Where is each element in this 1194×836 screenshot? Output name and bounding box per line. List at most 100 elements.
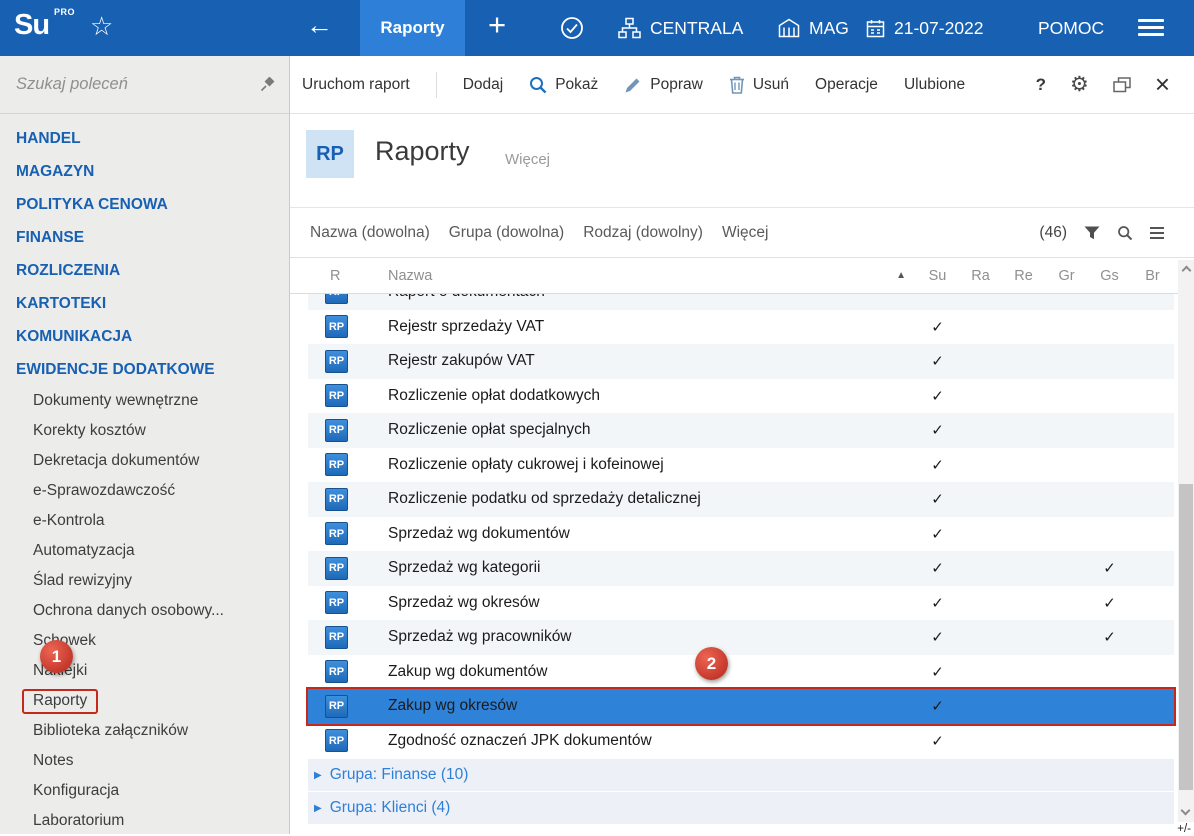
report-type-icon: RP [325, 315, 348, 338]
sidebar: HANDELMAGAZYNPOLITYKA CENOWAFINANSEROZLI… [0, 56, 290, 834]
scrollbar-thumb[interactable] [1179, 484, 1193, 790]
company-selector[interactable]: CENTRALA [618, 0, 743, 56]
scroll-up-icon[interactable] [1181, 266, 1191, 276]
sidebar-item-finanse[interactable]: FINANSE [0, 221, 289, 254]
warehouse-selector[interactable]: MAG [778, 0, 849, 56]
vertical-scrollbar[interactable] [1178, 260, 1194, 822]
flag-su: ✓ [916, 456, 959, 474]
report-name: Zakup wg dokumentów [388, 663, 916, 681]
sidebar-item-rozliczenia[interactable]: ROZLICZENIA [0, 254, 289, 287]
delete-button[interactable]: Usuń [729, 76, 789, 94]
help-menu[interactable]: POMOC [1038, 0, 1104, 56]
table-row-sprzedaz-wg-dokumentow[interactable]: RPSprzedaż wg dokumentów✓ [308, 517, 1174, 552]
column-header-ra[interactable]: Ra [959, 268, 1002, 284]
sidebar-subitem-slad-rewizyjny[interactable]: Ślad rewizyjny [0, 566, 289, 596]
help-button[interactable]: ? [1036, 75, 1046, 95]
group-row-grupa-klienci-4[interactable]: ▶Grupa: Klienci (4) [308, 792, 1174, 824]
column-header-re[interactable]: Re [1002, 268, 1045, 284]
flag-su: ✓ [916, 490, 959, 508]
report-name: Rozliczenie opłaty cukrowej i kofeinowej [388, 456, 916, 474]
hamburger-menu-icon[interactable] [1138, 19, 1164, 40]
table-row-rozliczenie-oplat-specjalnych[interactable]: RPRozliczenie opłat specjalnych✓ [308, 413, 1174, 448]
table-row-rozliczenie-oplaty-cukrowej-i-kofeinowej[interactable]: RPRozliczenie opłaty cukrowej i kofeinow… [308, 448, 1174, 483]
sidebar-subitem-notes[interactable]: Notes [0, 746, 289, 776]
sidebar-item-handel[interactable]: HANDEL [0, 122, 289, 155]
org-chart-icon [618, 17, 641, 39]
sidebar-item-ewidencje-dodatkowe[interactable]: EWIDENCJE DODATKOWE [0, 353, 289, 386]
sidebar-item-magazyn[interactable]: MAGAZYN [0, 155, 289, 188]
sidebar-subitem-label: Biblioteka załączników [33, 722, 188, 740]
table-row-zgodnosc-oznaczen-jpk-dokumentow[interactable]: RPZgodność oznaczeń JPK dokumentów✓ [308, 724, 1174, 759]
table-row-rejestr-zakupow-vat[interactable]: RPRejestr zakupów VAT✓ [308, 344, 1174, 379]
table-row-zakup-wg-dokumentow[interactable]: RPZakup wg dokumentów✓ [308, 655, 1174, 690]
filter-more-link[interactable]: Więcej [722, 224, 769, 242]
table-header: R Nazwa ▲ Su Ra Re Gr Gs Br [290, 258, 1194, 294]
table-row-rejestr-sprzedazy-vat[interactable]: RPRejestr sprzedaży VAT✓ [308, 310, 1174, 345]
tab-raporty[interactable]: Raporty [360, 0, 465, 56]
date-selector[interactable]: 21-07-2022 [866, 0, 984, 56]
sidebar-subitem-korekty-kosztow[interactable]: Korekty kosztów [0, 416, 289, 446]
list-options-icon[interactable] [1150, 224, 1164, 242]
search-icon[interactable] [1117, 225, 1133, 241]
back-arrow-icon[interactable]: ← [306, 10, 333, 41]
edit-button[interactable]: Popraw [624, 76, 703, 94]
scroll-down-icon[interactable] [1181, 806, 1191, 816]
report-name: Rejestr zakupów VAT [388, 352, 916, 370]
sidebar-subitem-biblioteka-zalacznikow[interactable]: Biblioteka załączników [0, 716, 289, 746]
sidebar-subitem-e-kontrola[interactable]: e-Kontrola [0, 506, 289, 536]
pin-icon[interactable] [260, 77, 275, 92]
table-row-rozliczenie-oplat-dodatkowych[interactable]: RPRozliczenie opłat dodatkowych✓ [308, 379, 1174, 414]
annotation-step-1: 1 [40, 640, 73, 673]
report-type-icon: RP [325, 729, 348, 752]
close-icon[interactable]: × [1155, 74, 1170, 95]
sidebar-subitem-e-sprawozdawczosc[interactable]: e-Sprawozdawczość [0, 476, 289, 506]
filter-right-group: (46) [1039, 224, 1194, 242]
report-icon-cell: RP [308, 453, 388, 476]
column-header-gr[interactable]: Gr [1045, 268, 1088, 284]
column-header-su[interactable]: Su [916, 268, 959, 284]
table-row-sprzedaz-wg-pracownikow[interactable]: RPSprzedaż wg pracowników✓✓ [308, 620, 1174, 655]
cascade-windows-icon[interactable] [1113, 77, 1131, 93]
sidebar-subitem-laboratorium[interactable]: Laboratorium [0, 806, 289, 836]
sidebar-subitem-ochrona-danych-osobowy[interactable]: Ochrona danych osobowy... [0, 596, 289, 626]
sidebar-item-polityka-cenowa[interactable]: POLITYKA CENOWA [0, 188, 289, 221]
sidebar-subitem-dokumenty-wewnetrzne[interactable]: Dokumenty wewnętrzne [0, 386, 289, 416]
filter-name[interactable]: Nazwa (dowolna) [310, 224, 430, 242]
column-header-gs[interactable]: Gs [1088, 268, 1131, 284]
sidebar-subitem-label: Laboratorium [33, 812, 124, 830]
group-row-grupa-finanse-10[interactable]: ▶Grupa: Finanse (10) [308, 759, 1174, 791]
table-row-raport-o-dokumentach[interactable]: RPRaport o dokumentach [308, 294, 1174, 310]
sidebar-subitem-dekretacja-dokumentow[interactable]: Dekretacja dokumentów [0, 446, 289, 476]
sidebar-item-kartoteki[interactable]: KARTOTEKI [0, 287, 289, 320]
column-header-br[interactable]: Br [1131, 268, 1174, 284]
new-tab-plus-icon[interactable]: + [488, 7, 506, 43]
filter-group[interactable]: Grupa (dowolna) [449, 224, 564, 242]
funnel-icon[interactable] [1084, 226, 1100, 240]
sidebar-item-komunikacja[interactable]: KOMUNIKACJA [0, 320, 289, 353]
table-row-zakup-wg-okresow[interactable]: RPZakup wg okresów✓ [308, 689, 1174, 724]
run-report-button[interactable]: Uruchom raport [302, 76, 410, 94]
filter-kind[interactable]: Rodzaj (dowolny) [583, 224, 703, 242]
tab-label: Raporty [380, 18, 444, 38]
report-type-icon: RP [325, 522, 348, 545]
report-name: Sprzedaż wg okresów [388, 594, 916, 612]
gear-icon[interactable]: ⚙ [1070, 72, 1089, 97]
sidebar-subitem-automatyzacja[interactable]: Automatyzacja [0, 536, 289, 566]
current-date: 21-07-2022 [894, 18, 984, 39]
status-check-icon[interactable] [560, 16, 584, 40]
header-more-link[interactable]: Więcej [505, 151, 550, 168]
operations-button[interactable]: Operacje [815, 76, 878, 94]
table-row-rozliczenie-podatku-od-sprzedazy-detalicznej[interactable]: RPRozliczenie podatku od sprzedaży detal… [308, 482, 1174, 517]
favorites-button[interactable]: Ulubione [904, 76, 965, 94]
search-input[interactable] [16, 75, 260, 94]
show-button[interactable]: Pokaż [529, 76, 598, 94]
table-row-sprzedaz-wg-kategorii[interactable]: RPSprzedaż wg kategorii✓✓ [308, 551, 1174, 586]
column-header-r[interactable]: R [308, 268, 388, 284]
add-button[interactable]: Dodaj [463, 76, 504, 94]
sidebar-subitem-konfiguracja[interactable]: Konfiguracja [0, 776, 289, 806]
table-row-sprzedaz-wg-okresow[interactable]: RPSprzedaż wg okresów✓✓ [308, 586, 1174, 621]
favorites-star-icon[interactable]: ☆ [90, 11, 113, 42]
column-header-nazwa[interactable]: Nazwa ▲ [388, 268, 916, 284]
sidebar-subitem-raporty[interactable]: Raporty [0, 686, 289, 716]
report-icon-cell: RP [308, 315, 388, 338]
